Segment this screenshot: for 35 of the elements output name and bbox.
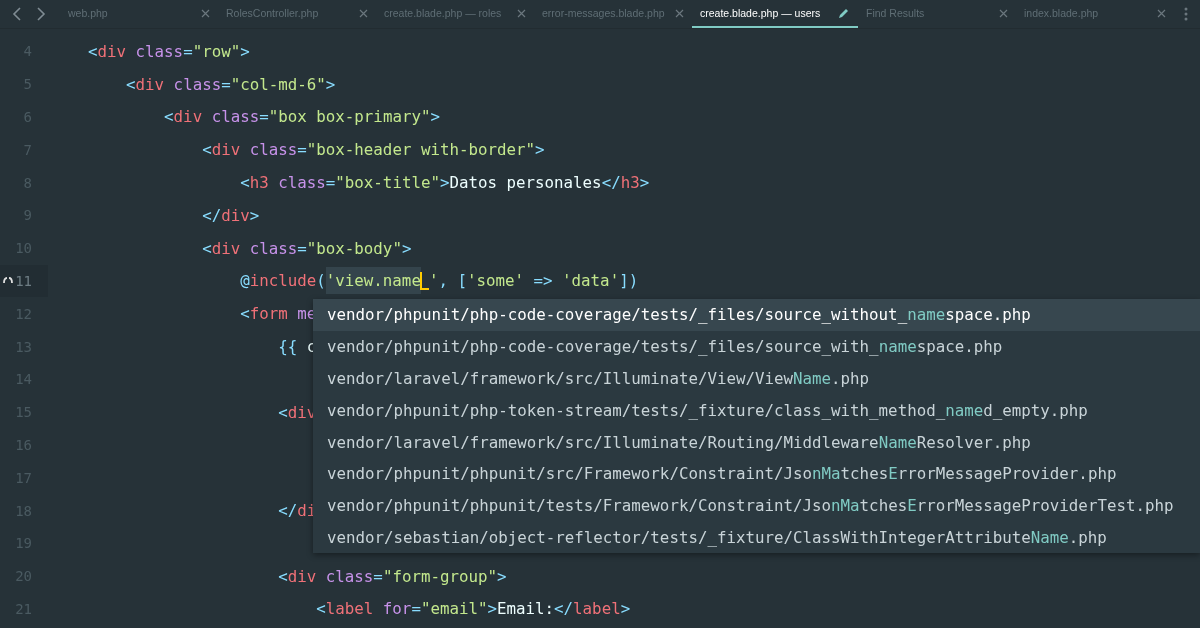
- tab-label: error-messages.blade.php: [542, 7, 665, 19]
- tab[interactable]: create.blade.php — users: [692, 0, 858, 28]
- code-line: <div class="box-body">: [201, 238, 412, 258]
- tab-label: RolesController.php: [226, 7, 319, 19]
- autocomplete-item[interactable]: vendor/phpunit/php-token-stream/tests/_fixture/class_with_method_named_empty.php: [313, 394, 1200, 427]
- code-line: <div class="box box-primary">: [163, 107, 440, 127]
- autocomplete-item[interactable]: vendor/laravel/framework/src/Illuminate/View/ViewName.php: [313, 362, 1200, 395]
- autocomplete-item[interactable]: vendor/laravel/framework/src/Illuminate/Routing/MiddlewareNameResolver.php: [313, 426, 1200, 458]
- close-icon[interactable]: [201, 8, 210, 18]
- tab-label: create.blade.php — users: [700, 7, 821, 19]
- line-number: 11: [15, 272, 32, 289]
- close-icon[interactable]: [999, 8, 1008, 18]
- back-icon[interactable]: [12, 7, 22, 21]
- autocomplete-item[interactable]: vendor/phpunit/php-code-coverage/tests/_files/source_with_namespace.php: [313, 330, 1200, 363]
- more-icon[interactable]: [1184, 7, 1188, 21]
- autocomplete-item[interactable]: vendor/phpunit/phpunit/src/Framework/Constraint/JsonMatchesErrorMessageProvider.php: [313, 458, 1200, 490]
- code-line: <label for="email">Email:</label>: [315, 599, 631, 619]
- code-line: <h3 class="box-title">Datos personales</h3>: [239, 173, 650, 193]
- close-icon[interactable]: [517, 8, 526, 18]
- bracket-icon: [3, 276, 13, 284]
- close-icon[interactable]: [675, 8, 684, 18]
- tab-label: web.php: [68, 7, 108, 19]
- tab-label: Find Results: [866, 7, 925, 19]
- code-line: </div>: [201, 205, 260, 225]
- code-line: <div class="box-header with-border">: [201, 140, 545, 160]
- code-line: <div class="row">: [88, 41, 250, 61]
- tab-label: create.blade.php — roles: [384, 7, 502, 19]
- autocomplete-item[interactable]: vendor/sebastian/object-reflector/tests/_fixture/ClassWithIntegerAttributeName.php: [313, 521, 1200, 554]
- code-line: <div class="col-md-6">: [125, 74, 336, 94]
- close-icon[interactable]: [359, 8, 368, 18]
- close-icon[interactable]: [1157, 8, 1166, 18]
- forward-icon[interactable]: [36, 7, 46, 21]
- tab-label: index.blade.php: [1024, 7, 1099, 19]
- code-line: <div class="form-group">: [277, 566, 507, 586]
- autocomplete-item[interactable]: vendor/phpunit/php-code-coverage/tests/_files/source_without_namespace.php: [313, 299, 1200, 331]
